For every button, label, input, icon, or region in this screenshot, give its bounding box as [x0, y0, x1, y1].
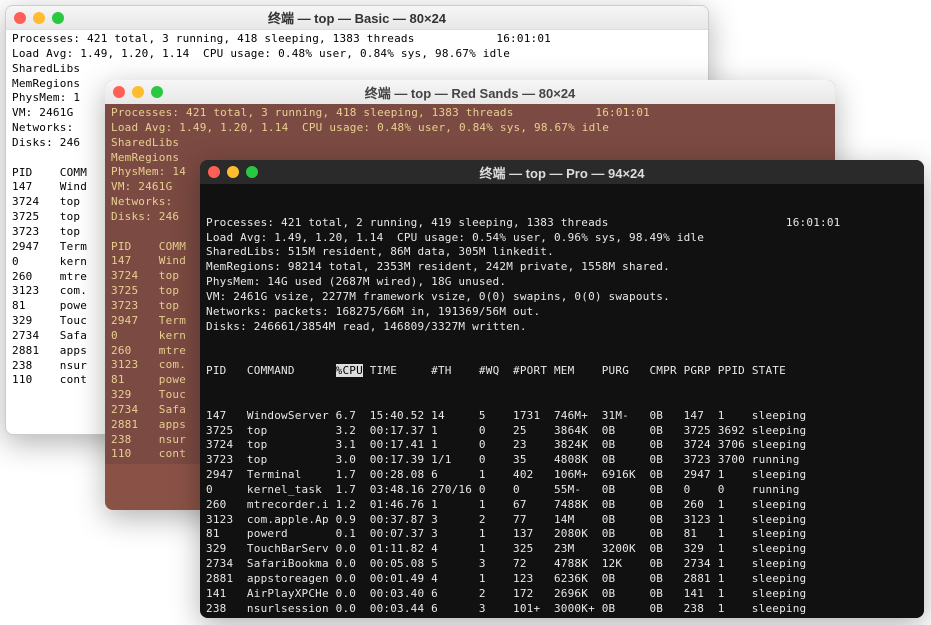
minimize-icon[interactable] [33, 12, 45, 24]
titlebar[interactable]: 终端 — top — Pro — 94×24 [200, 160, 924, 184]
minimize-icon[interactable] [227, 166, 239, 178]
window-title: 终端 — top — Pro — 94×24 [208, 163, 916, 182]
close-icon[interactable] [113, 86, 125, 98]
close-icon[interactable] [14, 12, 26, 24]
titlebar[interactable]: 终端 — top — Basic — 80×24 [6, 6, 708, 30]
traffic-lights [14, 12, 64, 24]
minimize-icon[interactable] [132, 86, 144, 98]
close-icon[interactable] [208, 166, 220, 178]
top-header: Processes: 421 total, 2 running, 419 sle… [206, 216, 918, 335]
traffic-lights [208, 166, 258, 178]
window-title: 终端 — top — Red Sands — 80×24 [113, 83, 827, 102]
maximize-icon[interactable] [151, 86, 163, 98]
window-title: 终端 — top — Basic — 80×24 [14, 8, 700, 27]
top-columns: PID COMMAND %CPU TIME #TH #WQ #PORT MEM … [206, 364, 918, 379]
titlebar[interactable]: 终端 — top — Red Sands — 80×24 [105, 80, 835, 104]
traffic-lights [113, 86, 163, 98]
maximize-icon[interactable] [246, 166, 258, 178]
maximize-icon[interactable] [52, 12, 64, 24]
terminal-output: Processes: 421 total, 2 running, 419 sle… [200, 184, 924, 618]
top-process-list: 147 WindowServer 6.7 15:40.52 14 5 1731 … [206, 409, 918, 617]
terminal-window-pro[interactable]: 终端 — top — Pro — 94×24 Processes: 421 to… [200, 160, 924, 618]
sort-column-highlight: %CPU [336, 364, 363, 377]
